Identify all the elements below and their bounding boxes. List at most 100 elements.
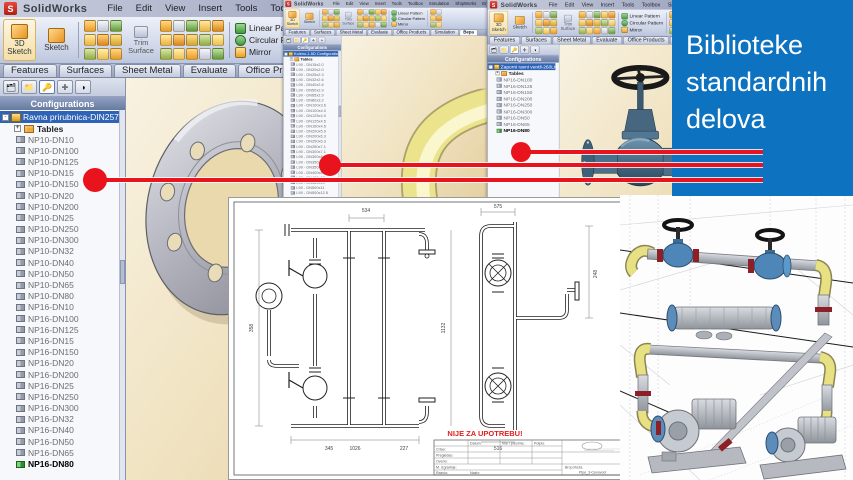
- toolbar-icon[interactable]: [212, 34, 224, 46]
- circular-pattern-button[interactable]: Circular Pattern: [392, 16, 426, 21]
- toolbar-icon[interactable]: [186, 34, 198, 46]
- sketch-button[interactable]: Sketch: [510, 11, 529, 35]
- configuration-item[interactable]: NP16-DN65: [0, 447, 125, 458]
- menu-item[interactable]: Toolbox: [408, 1, 423, 6]
- toolbar-icon[interactable]: [375, 15, 381, 21]
- sketch-button[interactable]: Sketch: [40, 19, 73, 61]
- configuration-item[interactable]: NP16-DN250: [0, 391, 125, 402]
- menu-item[interactable]: Insert: [198, 3, 222, 14]
- menu-item[interactable]: Insert: [375, 1, 386, 6]
- 3d-sketch-button[interactable]: 3DSketch: [285, 9, 300, 28]
- configuration-root-item[interactable]: - Zaporni ravni ventil-260LK: [488, 63, 556, 70]
- configuration-item[interactable]: NP16-DN100: [0, 313, 125, 324]
- toolbar-icon[interactable]: [363, 22, 369, 28]
- toolbar-icon[interactable]: [110, 34, 122, 46]
- configuration-item[interactable]: NP16-DN32: [0, 414, 125, 425]
- configuration-item[interactable]: NP10-DN50: [0, 268, 125, 279]
- toolbar-icon[interactable]: [436, 15, 442, 21]
- toolbar-icon[interactable]: [535, 11, 542, 18]
- commandmanager-tab[interactable]: Features: [3, 64, 57, 77]
- toolbar-icon[interactable]: [535, 19, 542, 26]
- toolbar-icon[interactable]: [97, 48, 109, 60]
- menu-item[interactable]: Insert: [601, 2, 615, 8]
- configuration-item[interactable]: NP10-DN10: [0, 134, 125, 145]
- toolbar-icon[interactable]: [322, 15, 328, 21]
- commandmanager-tab[interactable]: Surfaces: [59, 64, 113, 77]
- toolbar-icon[interactable]: [110, 48, 122, 60]
- toolbar-icon[interactable]: [430, 15, 436, 21]
- toolbar-icon[interactable]: [357, 15, 363, 21]
- toolbar-icon[interactable]: [579, 27, 586, 34]
- configuration-root-item[interactable]: - Koleno-1.5D Configuratio: [283, 51, 338, 57]
- toolbar-icon[interactable]: [375, 9, 381, 15]
- commandmanager-tab[interactable]: Sheet Metal: [553, 36, 591, 43]
- tree-scrollbar[interactable]: [119, 110, 125, 480]
- toolbar-icon[interactable]: [186, 48, 198, 60]
- toolbar-icon[interactable]: [97, 20, 109, 32]
- dimxpert-tab-icon[interactable]: ✛: [310, 37, 317, 43]
- toolbar-icon[interactable]: [543, 11, 550, 18]
- configuration-item[interactable]: NP10-DN32: [0, 246, 125, 257]
- commandmanager-tab[interactable]: Evaluate: [183, 64, 236, 77]
- menu-item[interactable]: Toolbox: [642, 2, 661, 8]
- toolbar-icon[interactable]: [436, 22, 442, 28]
- toolbar-icon[interactable]: [97, 34, 109, 46]
- configuration-item[interactable]: NP10-DN250: [0, 224, 125, 235]
- toolbar-icon[interactable]: [322, 22, 328, 28]
- commandmanager-tab[interactable]: Sheet Metal: [114, 64, 181, 77]
- trim-surface-button[interactable]: Trim Surface: [559, 11, 576, 35]
- configuration-item[interactable]: NP16-DN300: [0, 403, 125, 414]
- commandmanager-tab[interactable]: Features: [489, 36, 519, 43]
- configurationmanager-tab-icon[interactable]: 🔑: [301, 37, 308, 43]
- configuration-item[interactable]: NP16-DN40: [0, 425, 125, 436]
- menu-item[interactable]: Edit: [346, 1, 354, 6]
- menu-item[interactable]: File: [107, 3, 122, 14]
- displaymanager-tab-icon[interactable]: ◑: [530, 46, 539, 54]
- configuration-item[interactable]: NP10-DN100: [0, 145, 125, 156]
- commandmanager-tab[interactable]: Surfaces: [521, 36, 551, 43]
- linear-pattern-button[interactable]: Linear Pattern: [392, 10, 426, 15]
- toolbar-icon[interactable]: [550, 11, 557, 18]
- toolbar-icon[interactable]: [199, 20, 211, 32]
- menu-item[interactable]: ShipWorks: [455, 1, 476, 6]
- commandmanager-tab[interactable]: Office Products: [623, 36, 669, 43]
- commandmanager-tab[interactable]: Evaluate: [368, 29, 392, 35]
- toolbar-icon[interactable]: [84, 34, 96, 46]
- toolbar-icon[interactable]: [586, 27, 593, 34]
- toolbar-icon[interactable]: [608, 19, 615, 26]
- toolbar-icon[interactable]: [328, 15, 334, 21]
- toolbar-icon[interactable]: [334, 9, 340, 15]
- 3d-sketch-button[interactable]: 3DSketch: [489, 11, 508, 35]
- menu-item[interactable]: Edit: [136, 3, 152, 14]
- toolbar-icon[interactable]: [543, 27, 550, 34]
- toolbar-icon[interactable]: [173, 34, 185, 46]
- trim-surface-button[interactable]: Trim Surface: [126, 19, 156, 61]
- mirror-button[interactable]: Mirror: [622, 27, 664, 33]
- configuration-root-item[interactable]: - Ravna prirubnica-DIN257: [0, 111, 119, 123]
- toolbar-icon[interactable]: [601, 19, 608, 26]
- scrollbar-thumb[interactable]: [120, 260, 125, 284]
- commandmanager-tab[interactable]: Sheet Metal: [336, 29, 367, 35]
- configuration-item[interactable]: NP16-DN20: [0, 358, 125, 369]
- toolbar-icon[interactable]: [594, 19, 601, 26]
- toolbar-icon[interactable]: [199, 48, 211, 60]
- mirror-button[interactable]: Mirror: [392, 21, 426, 26]
- toolbar-icon[interactable]: [550, 27, 557, 34]
- expander-icon[interactable]: +: [496, 71, 500, 75]
- expander-icon[interactable]: +: [290, 58, 293, 61]
- toolbar-icon[interactable]: [375, 22, 381, 28]
- configuration-item[interactable]: NP16-DN80: [0, 458, 125, 469]
- displaymanager-tab-icon[interactable]: ◑: [318, 37, 325, 43]
- toolbar-icon[interactable]: [436, 9, 442, 15]
- commandmanager-tab[interactable]: Simulation: [431, 29, 459, 35]
- toolbar-icon[interactable]: [199, 34, 211, 46]
- configuration-item[interactable]: NP16-DN125: [0, 324, 125, 335]
- toolbar-icon[interactable]: [328, 22, 334, 28]
- featuremanager-tab-icon[interactable]: 🗂: [3, 80, 19, 94]
- configuration-item[interactable]: NP10-DN125: [0, 156, 125, 167]
- toolbar-icon[interactable]: [369, 22, 375, 28]
- toolbar-icon[interactable]: [369, 15, 375, 21]
- configuration-item[interactable]: NP10-DN65: [0, 279, 125, 290]
- expander-icon[interactable]: -: [489, 65, 493, 69]
- menu-item[interactable]: Tools: [622, 2, 635, 8]
